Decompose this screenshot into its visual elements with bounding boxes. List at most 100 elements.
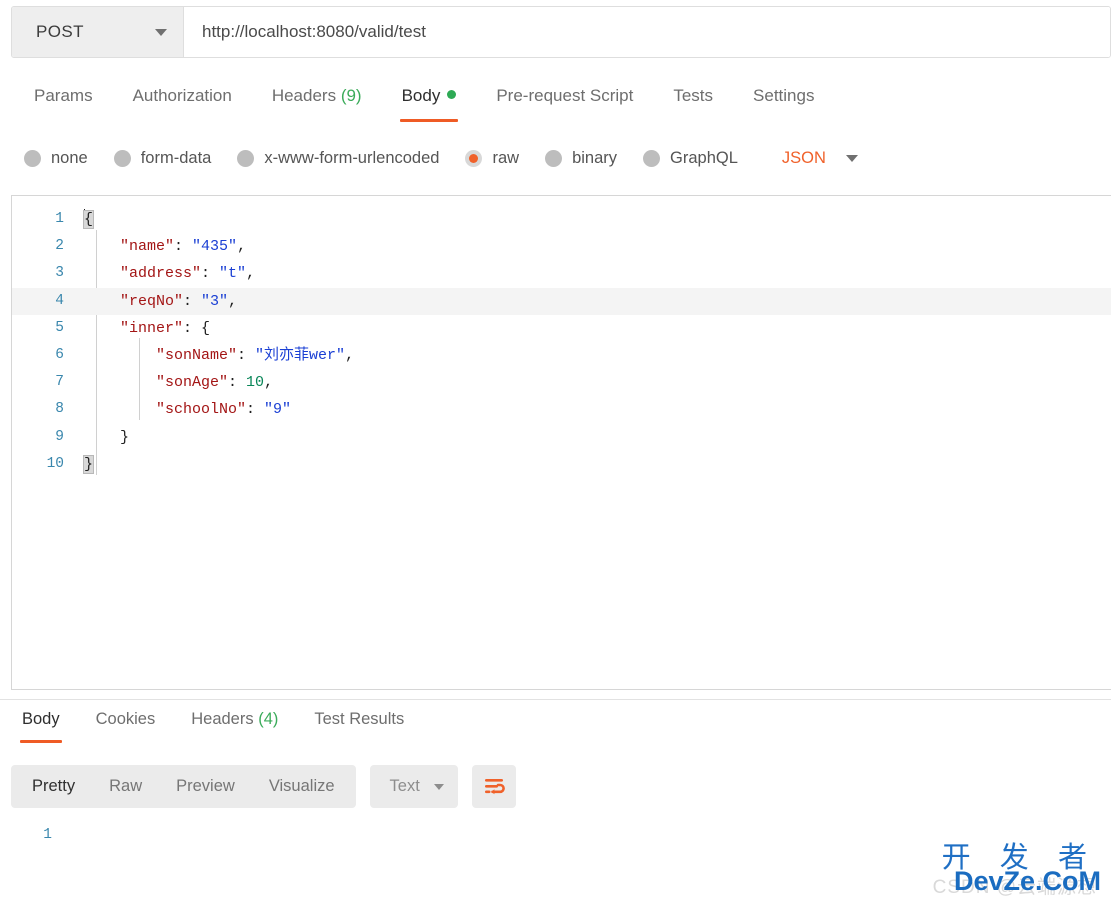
body-type-raw[interactable]: raw: [465, 149, 519, 168]
tab-body[interactable]: Body: [382, 80, 477, 122]
line-number: 4: [55, 292, 64, 309]
code-line-text: "schoolNo": "9": [74, 396, 291, 423]
line-number: 8: [55, 401, 64, 418]
code-area[interactable]: 1{2 "name": "435", 3 "address": "t", 4 "re…: [12, 196, 1111, 478]
panel-divider: [0, 699, 1111, 700]
code-line-text: {: [74, 206, 95, 233]
response-tab-test-results-label: Test Results: [314, 710, 405, 728]
body-type-form-data[interactable]: form-data: [113, 149, 211, 168]
word-wrap-icon: [484, 778, 505, 794]
chevron-down-icon: [845, 154, 858, 162]
code-token-punct: :: [237, 346, 256, 364]
code-token-key: "name": [120, 238, 175, 256]
tab-headers[interactable]: Headers (9): [252, 80, 382, 122]
code-line-text: "sonName": "刘亦菲wer",: [74, 342, 354, 369]
response-tab-test-results[interactable]: Test Results: [296, 706, 422, 743]
code-token-punct: ,: [228, 292, 238, 310]
code-line[interactable]: 7 "sonAge": 10,: [12, 369, 1111, 396]
response-format-select[interactable]: Text: [369, 765, 458, 808]
code-token-punct: [84, 401, 156, 418]
code-line[interactable]: 6 "sonName": "刘亦菲wer",: [12, 342, 1111, 369]
response-tab-headers-count: (4): [258, 710, 279, 728]
tab-tests-label: Tests: [673, 86, 714, 105]
code-token-num: 10: [246, 374, 265, 392]
response-tab-body[interactable]: Body: [4, 706, 78, 743]
code-token-punct: ,: [246, 265, 256, 283]
code-token-punct: [84, 429, 120, 446]
response-body-viewer[interactable]: 1: [0, 822, 1111, 904]
code-line[interactable]: 4 "reqNo": "3",: [12, 287, 1111, 315]
code-token-str: "3": [201, 292, 229, 310]
line-number: 1: [55, 211, 64, 227]
response-tab-headers-label: Headers: [191, 710, 254, 728]
http-method-select[interactable]: POST: [12, 7, 184, 57]
radio-checked-icon: [465, 149, 483, 167]
body-type-none-label: none: [51, 148, 88, 167]
response-view-raw[interactable]: Raw: [92, 765, 159, 808]
response-view-pretty[interactable]: Pretty: [15, 765, 92, 808]
body-type-binary[interactable]: binary: [545, 149, 617, 168]
code-token-punct: [84, 265, 120, 282]
raw-format-select[interactable]: JSON: [782, 149, 858, 168]
tab-tests[interactable]: Tests: [653, 80, 733, 122]
body-type-urlencoded[interactable]: x-www-form-urlencoded: [237, 149, 439, 168]
word-wrap-button[interactable]: [471, 765, 516, 808]
body-type-radio-group: none form-data x-www-form-urlencoded raw…: [0, 138, 1111, 178]
code-token-punct: [84, 374, 156, 391]
code-token-key: "sonName": [156, 346, 238, 364]
response-toolbar: Pretty Raw Preview Visualize Text: [11, 765, 516, 808]
tab-authorization-label: Authorization: [132, 86, 232, 105]
response-view-visualize[interactable]: Visualize: [252, 765, 352, 808]
radio-unchecked-icon: [545, 149, 563, 167]
tab-authorization[interactable]: Authorization: [113, 80, 252, 122]
code-token-key: "reqNo": [120, 292, 184, 310]
code-token-punct: [84, 347, 156, 364]
request-body-editor[interactable]: 1{2 "name": "435", 3 "address": "t", 4 "re…: [11, 195, 1111, 690]
chevron-down-icon: [433, 783, 444, 790]
tab-headers-count: (9): [340, 86, 362, 105]
response-tab-cookies[interactable]: Cookies: [78, 706, 174, 743]
code-token-str: "刘亦菲wer": [255, 346, 346, 364]
code-token-brace: {: [201, 319, 211, 337]
tab-body-label: Body: [401, 86, 441, 105]
response-line: 1: [0, 822, 1111, 849]
tab-settings[interactable]: Settings: [733, 80, 834, 122]
code-token-punct: [84, 320, 120, 337]
code-token-punct: ,: [264, 374, 274, 392]
code-token-punct: [84, 293, 120, 310]
tab-headers-label: Headers: [271, 86, 337, 105]
line-number: 9: [55, 428, 64, 445]
response-tab-headers[interactable]: Headers (4): [173, 706, 296, 743]
body-type-none[interactable]: none: [24, 149, 88, 168]
tab-params[interactable]: Params: [14, 80, 113, 122]
body-type-graphql[interactable]: GraphQL: [643, 149, 738, 168]
code-token-key: "inner": [120, 319, 184, 337]
code-line[interactable]: 5 "inner": {: [12, 315, 1111, 342]
code-line-text: }: [74, 424, 129, 451]
request-url-input[interactable]: http://localhost:8080/valid/test: [184, 7, 1110, 57]
request-url-bar: POST http://localhost:8080/valid/test: [11, 6, 1111, 58]
code-token-str: "9": [264, 401, 292, 419]
code-line[interactable]: 10}: [12, 451, 1111, 478]
tab-params-label: Params: [34, 86, 93, 105]
response-view-preview[interactable]: Preview: [159, 765, 252, 808]
body-type-binary-label: binary: [572, 148, 618, 167]
code-line[interactable]: 2 "name": "435",: [12, 233, 1111, 260]
code-line[interactable]: 1{: [12, 206, 1111, 233]
body-type-urlencoded-label: x-www-form-urlencoded: [264, 148, 440, 167]
code-line[interactable]: 3 "address": "t",: [12, 260, 1111, 287]
radio-unchecked-icon: [237, 149, 255, 167]
code-line[interactable]: 9 }: [12, 424, 1111, 451]
code-token-punct: :: [183, 319, 202, 337]
tab-pre-request-script[interactable]: Pre-request Script: [476, 80, 653, 122]
code-token-punct: ,: [237, 238, 247, 256]
response-view-raw-label: Raw: [109, 777, 143, 795]
http-method-label: POST: [36, 22, 84, 41]
body-modified-dot-icon: [447, 90, 457, 99]
code-line[interactable]: 8 "schoolNo": "9": [12, 396, 1111, 423]
code-token-key: "sonAge": [156, 374, 229, 392]
code-line-text: "sonAge": 10,: [74, 369, 273, 396]
code-token-str: "t": [219, 265, 247, 283]
code-line-text: "inner": {: [74, 315, 210, 342]
code-token-str: "435": [192, 238, 238, 256]
